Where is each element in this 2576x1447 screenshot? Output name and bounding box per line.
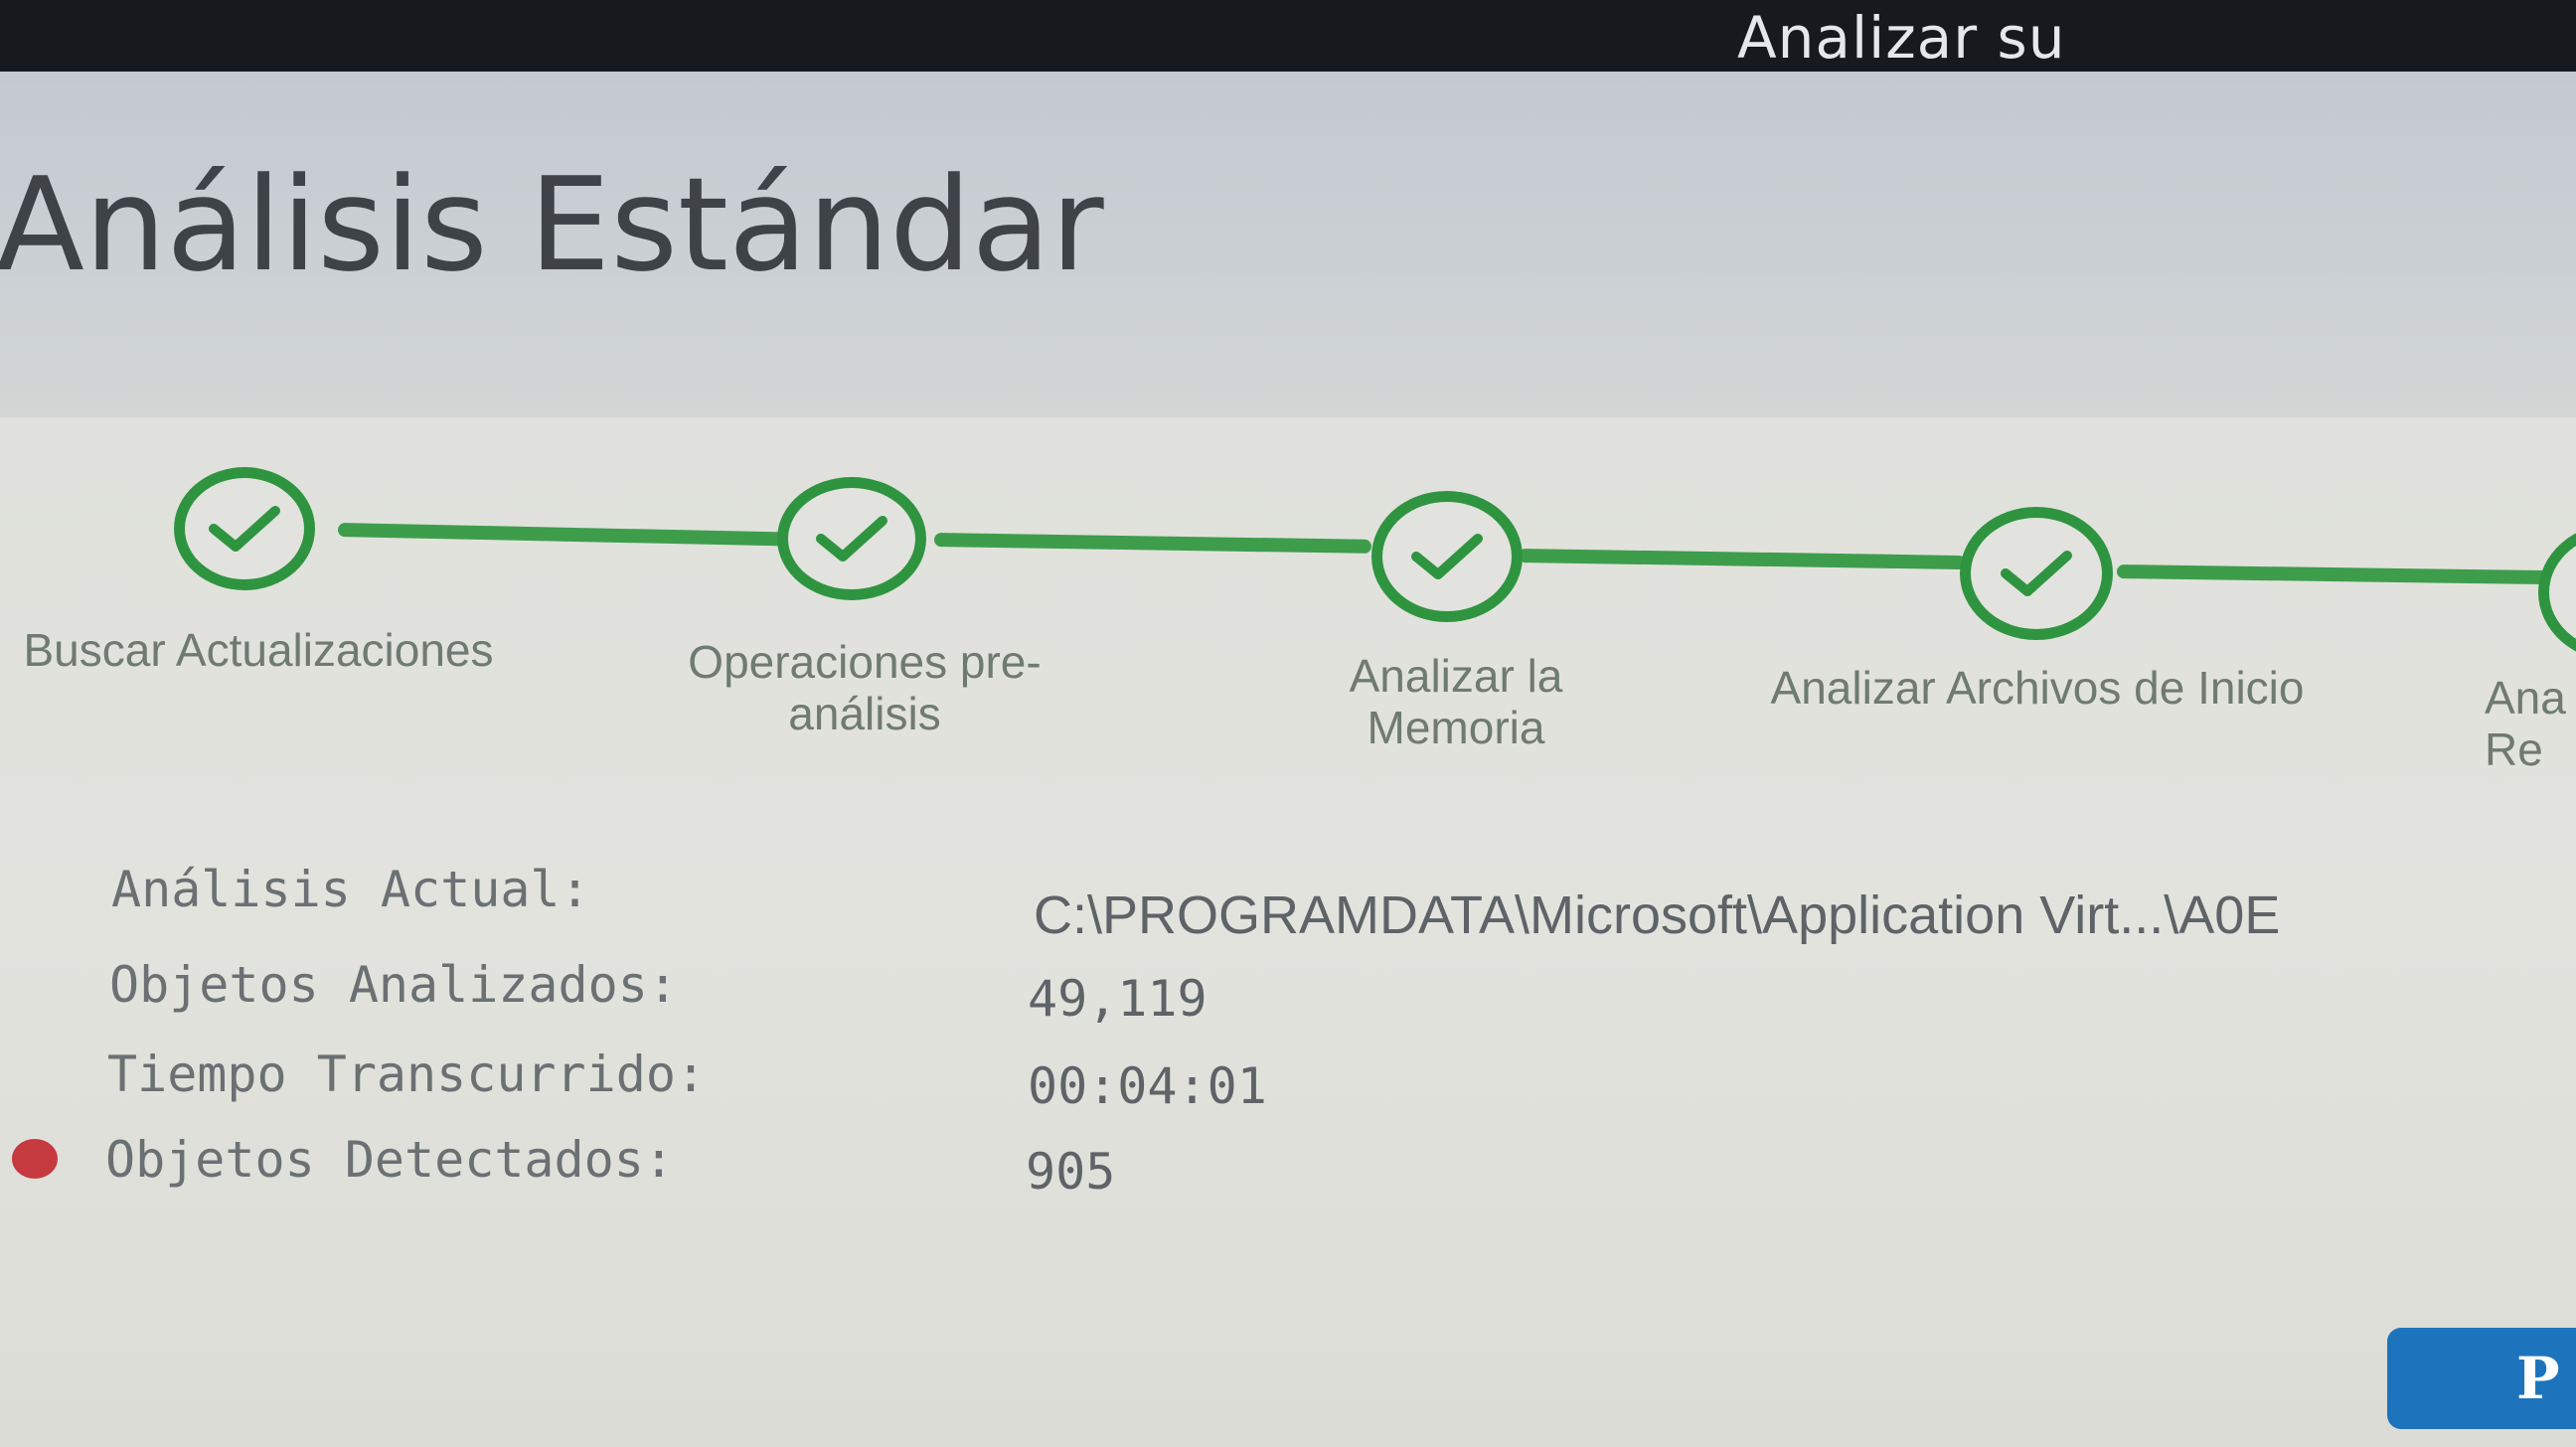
elapsed-time-label: Tiempo Transcurrido:: [107, 1045, 707, 1103]
window-title: Analizar su: [1737, 4, 2066, 72]
current-scan-path: C:\PROGRAMDATA\Microsoft\Application Vir…: [1034, 885, 2281, 945]
action-button[interactable]: P: [2387, 1328, 2576, 1429]
scanned-objects-label: Objetos Analizados:: [109, 956, 678, 1014]
current-scan-label: Análisis Actual:: [111, 861, 590, 918]
top-bar: Analizar su: [0, 0, 2576, 72]
scanned-objects-value: 49,119: [1028, 970, 1208, 1028]
page-title: Análisis Estándar: [0, 149, 1104, 300]
detected-objects-value: 905: [1026, 1143, 1116, 1201]
red-dot-icon: [12, 1139, 58, 1179]
elapsed-time-value: 00:04:01: [1028, 1057, 1267, 1115]
detected-objects-label: Objetos Detectados:: [105, 1131, 674, 1189]
